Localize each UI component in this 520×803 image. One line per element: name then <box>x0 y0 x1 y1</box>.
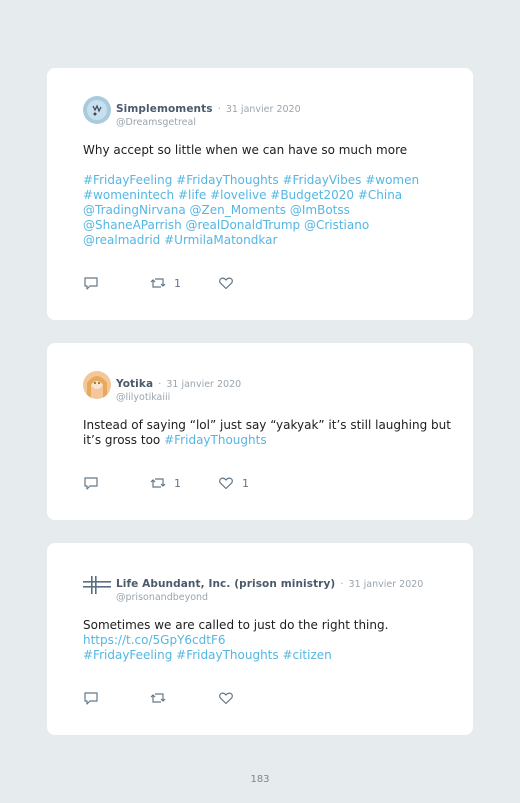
author-handle[interactable]: @Dreamsgetreal <box>116 117 301 128</box>
tweet-actions <box>83 690 463 706</box>
like-button[interactable]: 1 <box>218 475 249 491</box>
retweet-icon <box>150 478 166 488</box>
like-button[interactable] <box>218 275 242 291</box>
tweet-text-line: it’s gross too <box>83 433 161 447</box>
retweet-button[interactable] <box>150 690 174 706</box>
tweet-date[interactable]: 31 janvier 2020 <box>166 379 241 390</box>
hashtag-line[interactable]: #womenintech #life #lovelive #Budget2020… <box>83 188 443 203</box>
reply-button[interactable] <box>83 275 99 291</box>
author-name[interactable]: Yotika <box>116 378 153 390</box>
tweet-text-line: Why accept so little when we can have so… <box>83 143 408 157</box>
reply-icon <box>84 277 98 290</box>
avatar[interactable] <box>83 96 111 124</box>
like-button[interactable] <box>218 690 242 706</box>
separator: · <box>158 379 162 390</box>
separator: · <box>340 579 344 590</box>
author-name[interactable]: Life Abundant, Inc. (prison ministry) <box>116 578 335 590</box>
hashtag-link[interactable]: #FridayThoughts <box>164 433 267 447</box>
retweet-icon <box>150 278 166 288</box>
avatar[interactable] <box>83 571 111 599</box>
mention-line[interactable]: @TradingNirvana @Zen_Moments @ImBotss <box>83 203 443 218</box>
avatar-icon <box>83 96 111 124</box>
tweet-date[interactable]: 31 janvier 2020 <box>226 104 301 115</box>
reply-icon <box>84 692 98 705</box>
tweet-date[interactable]: 31 janvier 2020 <box>349 579 424 590</box>
tweet-text: Instead of saying “lol” just say “yakyak… <box>83 418 453 448</box>
like-count: 1 <box>242 476 249 490</box>
page-number: 183 <box>250 774 270 785</box>
tweet-card: Simplemoments · 31 janvier 2020 @Dreamsg… <box>47 68 473 320</box>
author-handle[interactable]: @prisonandbeyond <box>116 592 423 603</box>
reply-button[interactable] <box>83 475 99 491</box>
retweet-count: 1 <box>174 476 181 490</box>
tweet-header: Simplemoments · 31 janvier 2020 @Dreamsg… <box>116 97 301 128</box>
tweet-actions: 1 1 <box>83 475 463 491</box>
tweet-text: Why accept so little when we can have so… <box>83 143 443 248</box>
tweet-text-line: Instead of saying “lol” just say “yakyak… <box>83 418 451 432</box>
retweet-button[interactable]: 1 <box>150 475 181 491</box>
tweet-text: Sometimes we are called to just do the r… <box>83 618 443 663</box>
url-link[interactable]: https://t.co/5GpY6cdtF6 <box>83 633 443 648</box>
tweet-header: Yotika · 31 janvier 2020 @lilyotikaiii <box>116 372 241 403</box>
retweet-icon <box>150 693 166 703</box>
avatar[interactable] <box>83 371 111 399</box>
author-handle[interactable]: @lilyotikaiii <box>116 392 241 403</box>
heart-icon <box>219 277 233 290</box>
author-name[interactable]: Simplemoments <box>116 103 213 115</box>
reply-icon <box>84 477 98 490</box>
tweet-actions: 1 <box>83 275 463 291</box>
tweet-card: Life Abundant, Inc. (prison ministry) · … <box>47 543 473 735</box>
avatar-icon <box>83 371 111 399</box>
retweet-count: 1 <box>174 276 181 290</box>
tweet-text-line: Sometimes we are called to just do the r… <box>83 618 389 632</box>
heart-icon <box>219 477 233 490</box>
hashtag-line[interactable]: #FridayFeeling #FridayThoughts #citizen <box>83 648 443 663</box>
cross-logo-icon <box>83 576 111 594</box>
tweet-header: Life Abundant, Inc. (prison ministry) · … <box>116 572 423 603</box>
reply-button[interactable] <box>83 690 99 706</box>
separator: · <box>217 104 221 115</box>
retweet-button[interactable]: 1 <box>150 275 181 291</box>
mention-line[interactable]: @ShaneAParrish @realDonaldTrump @Cristia… <box>83 218 443 233</box>
mention-line[interactable]: @realmadrid #UrmilaMatondkar <box>83 233 443 248</box>
tweet-card: Yotika · 31 janvier 2020 @lilyotikaiii I… <box>47 343 473 520</box>
heart-icon <box>219 692 233 705</box>
hashtag-line[interactable]: #FridayFeeling #FridayThoughts #FridayVi… <box>83 173 443 188</box>
